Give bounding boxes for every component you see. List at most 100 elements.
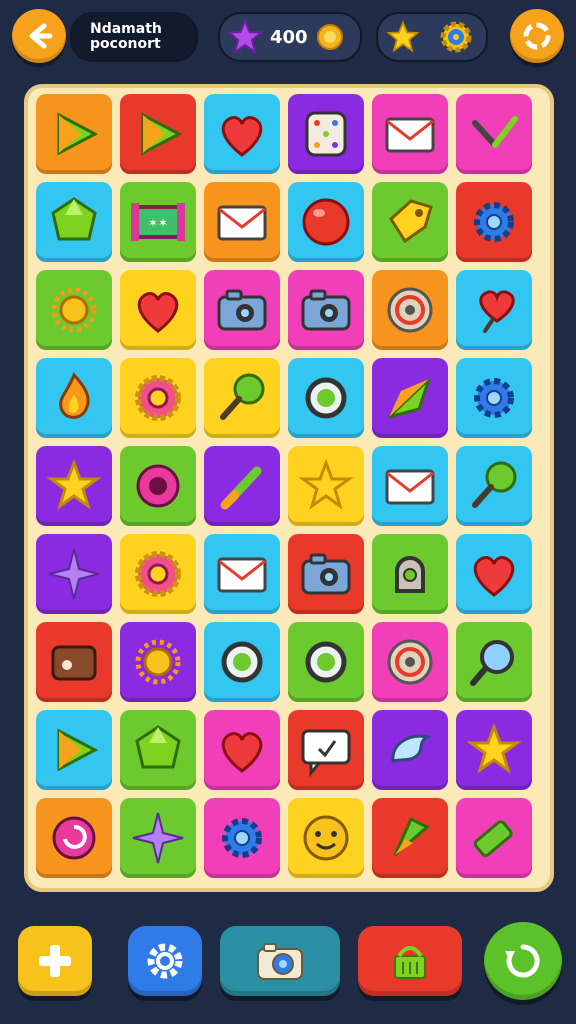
shop-button[interactable] [358, 926, 462, 996]
board-tile[interactable] [36, 94, 112, 174]
board-tile[interactable] [120, 270, 196, 350]
board-tile[interactable] [36, 798, 112, 878]
target-icon [387, 639, 433, 685]
star-icon [46, 458, 102, 510]
heart-icon [221, 116, 263, 157]
sparkle-icon [132, 812, 184, 864]
magnifier-icon [470, 640, 514, 686]
refresh-icon [505, 944, 540, 978]
board-tile[interactable] [204, 798, 280, 878]
board-tile[interactable] [204, 622, 280, 702]
heart-icon [221, 732, 263, 773]
gear-icon [474, 202, 514, 242]
board-tile[interactable] [288, 798, 364, 878]
board-tile[interactable] [372, 622, 448, 702]
board-tile[interactable] [120, 534, 196, 614]
flower-icon [135, 551, 181, 597]
add-button[interactable] [18, 926, 92, 996]
lock-icon [395, 556, 425, 593]
board-tile[interactable] [372, 358, 448, 438]
sun-icon [51, 287, 97, 333]
arrow-icon [387, 377, 431, 419]
heart-pin-icon [479, 290, 515, 333]
board-tile[interactable] [372, 182, 448, 262]
board-tile[interactable] [36, 446, 112, 526]
board-tile[interactable] [36, 534, 112, 614]
camera-icon [217, 289, 267, 331]
board-tile[interactable] [36, 182, 112, 262]
camera-icon [301, 289, 351, 331]
board-tile[interactable] [204, 534, 280, 614]
board-tile[interactable] [288, 182, 364, 262]
board-tile[interactable] [456, 270, 532, 350]
board-tile[interactable] [204, 270, 280, 350]
gear-icon [222, 818, 262, 858]
board-tile[interactable] [288, 94, 364, 174]
refresh-button[interactable] [484, 922, 562, 1000]
gem-icon [51, 197, 97, 241]
svg-text:✶✶: ✶✶ [148, 216, 168, 230]
board-tile[interactable] [288, 446, 364, 526]
board-tile[interactable] [120, 358, 196, 438]
board-tile[interactable] [288, 534, 364, 614]
mail-icon [385, 117, 435, 153]
board-tile[interactable]: ✶✶ [120, 182, 196, 262]
board-tile[interactable] [456, 446, 532, 526]
board-tile[interactable] [456, 182, 532, 262]
star-icon [298, 458, 354, 510]
board-tile[interactable] [372, 710, 448, 790]
board-tile[interactable] [288, 270, 364, 350]
board-tile[interactable] [36, 270, 112, 350]
board-tile[interactable] [120, 94, 196, 174]
bottom-toolbar [0, 900, 576, 1024]
board-tile[interactable] [372, 534, 448, 614]
top-bar: Ndamath poconort 400 [0, 0, 576, 80]
flame-icon [59, 372, 90, 419]
board-tile[interactable] [204, 446, 280, 526]
board-tile[interactable] [120, 446, 196, 526]
camera-button[interactable] [220, 926, 340, 996]
board-tile[interactable] [372, 798, 448, 878]
board-tile[interactable] [204, 182, 280, 262]
swirl-icon [52, 816, 96, 860]
options-button[interactable] [510, 9, 564, 63]
board-tile[interactable] [372, 270, 448, 350]
film-icon: ✶✶ [131, 203, 185, 241]
settings-button[interactable] [128, 926, 202, 996]
board-tile[interactable] [120, 798, 196, 878]
battery-icon [473, 820, 513, 857]
camera-icon [301, 553, 351, 595]
target-icon [387, 287, 433, 333]
play-icon [141, 112, 183, 156]
box-icon [51, 645, 97, 681]
board-tile[interactable] [120, 710, 196, 790]
board-tile[interactable] [456, 710, 532, 790]
board-tile[interactable] [204, 94, 280, 174]
board-tile[interactable] [456, 94, 532, 174]
board-tile[interactable] [456, 622, 532, 702]
board-tile[interactable] [456, 798, 532, 878]
board-tile[interactable] [372, 446, 448, 526]
board-tile[interactable] [456, 358, 532, 438]
score-value: 400 [270, 26, 308, 48]
gear-icon[interactable] [438, 19, 474, 55]
pencil-icon [220, 466, 262, 510]
cone-icon [393, 816, 430, 857]
gem-icon [135, 725, 181, 769]
board-tile[interactable] [288, 622, 364, 702]
bonus-pill [376, 12, 488, 62]
board-tile[interactable] [288, 710, 364, 790]
board-tile[interactable] [372, 94, 448, 174]
gear-icon [147, 943, 183, 979]
board-tile[interactable] [36, 622, 112, 702]
mail-icon [217, 557, 267, 593]
board-tile[interactable] [456, 534, 532, 614]
board-tile[interactable] [36, 710, 112, 790]
board-tile[interactable] [204, 358, 280, 438]
board-tile[interactable] [120, 622, 196, 702]
board-tile[interactable] [288, 358, 364, 438]
board-tile[interactable] [36, 358, 112, 438]
back-button[interactable] [12, 9, 66, 63]
score-pill: 400 [218, 12, 362, 62]
board-tile[interactable] [204, 710, 280, 790]
